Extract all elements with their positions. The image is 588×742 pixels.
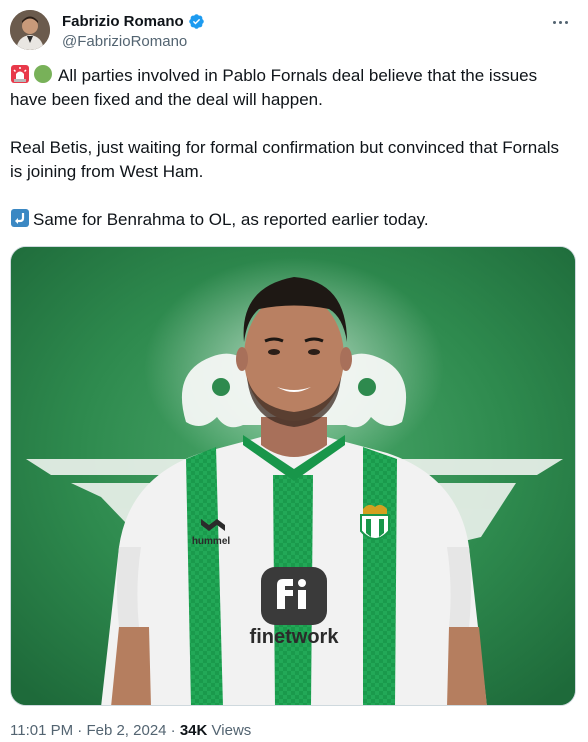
tweet-date[interactable]: Feb 2, 2024	[86, 722, 166, 739]
right-arrow-curving-left-emoji	[11, 209, 29, 227]
tweet-paragraph-2: Real Betis, just waiting for formal conf…	[10, 138, 559, 181]
green-circle-emoji	[34, 65, 52, 83]
sponsor-text: finetwork	[250, 626, 340, 648]
kit-brand-text: hummel	[192, 536, 231, 547]
avatar[interactable]	[10, 10, 50, 50]
tweet-media-image[interactable]: finetwork hummel	[10, 246, 576, 706]
tweet-time[interactable]: 11:01 PM	[10, 722, 73, 739]
views-label: Views	[211, 722, 252, 739]
meta-separator-1: ·	[77, 722, 83, 739]
tweet-paragraph-3: Same for Benrahma to OL, as reported ear…	[10, 208, 570, 232]
tweet-header: Fabrizio Romano @FabrizioRomano	[10, 10, 578, 54]
meta-separator-2: ·	[170, 722, 176, 739]
police-siren-emoji	[11, 65, 29, 83]
sponsor-logo: finetwork	[250, 567, 340, 648]
tweet-text: All parties involved in Pablo Fornals de…	[10, 64, 570, 232]
club-badge	[360, 504, 390, 540]
tweet-paragraph-1-text: All parties involved in Pablo Fornals de…	[10, 66, 538, 109]
tweet-card: Fabrizio Romano @FabrizioRomano All part…	[0, 0, 588, 742]
tweet-meta: 11:01 PM · Feb 2, 2024 · 34K Views	[10, 721, 251, 741]
author-handle[interactable]: @FabrizioRomano	[62, 32, 205, 52]
views-count[interactable]: 34K	[180, 722, 208, 739]
tweet-paragraph-1: All parties involved in Pablo Fornals de…	[10, 64, 570, 112]
author-display-name[interactable]: Fabrizio Romano	[62, 12, 184, 31]
tweet-paragraph-3-text: Same for Benrahma to OL, as reported ear…	[33, 210, 429, 229]
more-options-icon[interactable]	[548, 12, 572, 32]
verified-badge-icon	[188, 14, 204, 29]
player-announcement-graphic: finetwork hummel	[11, 247, 575, 705]
profile-photo	[10, 10, 50, 50]
